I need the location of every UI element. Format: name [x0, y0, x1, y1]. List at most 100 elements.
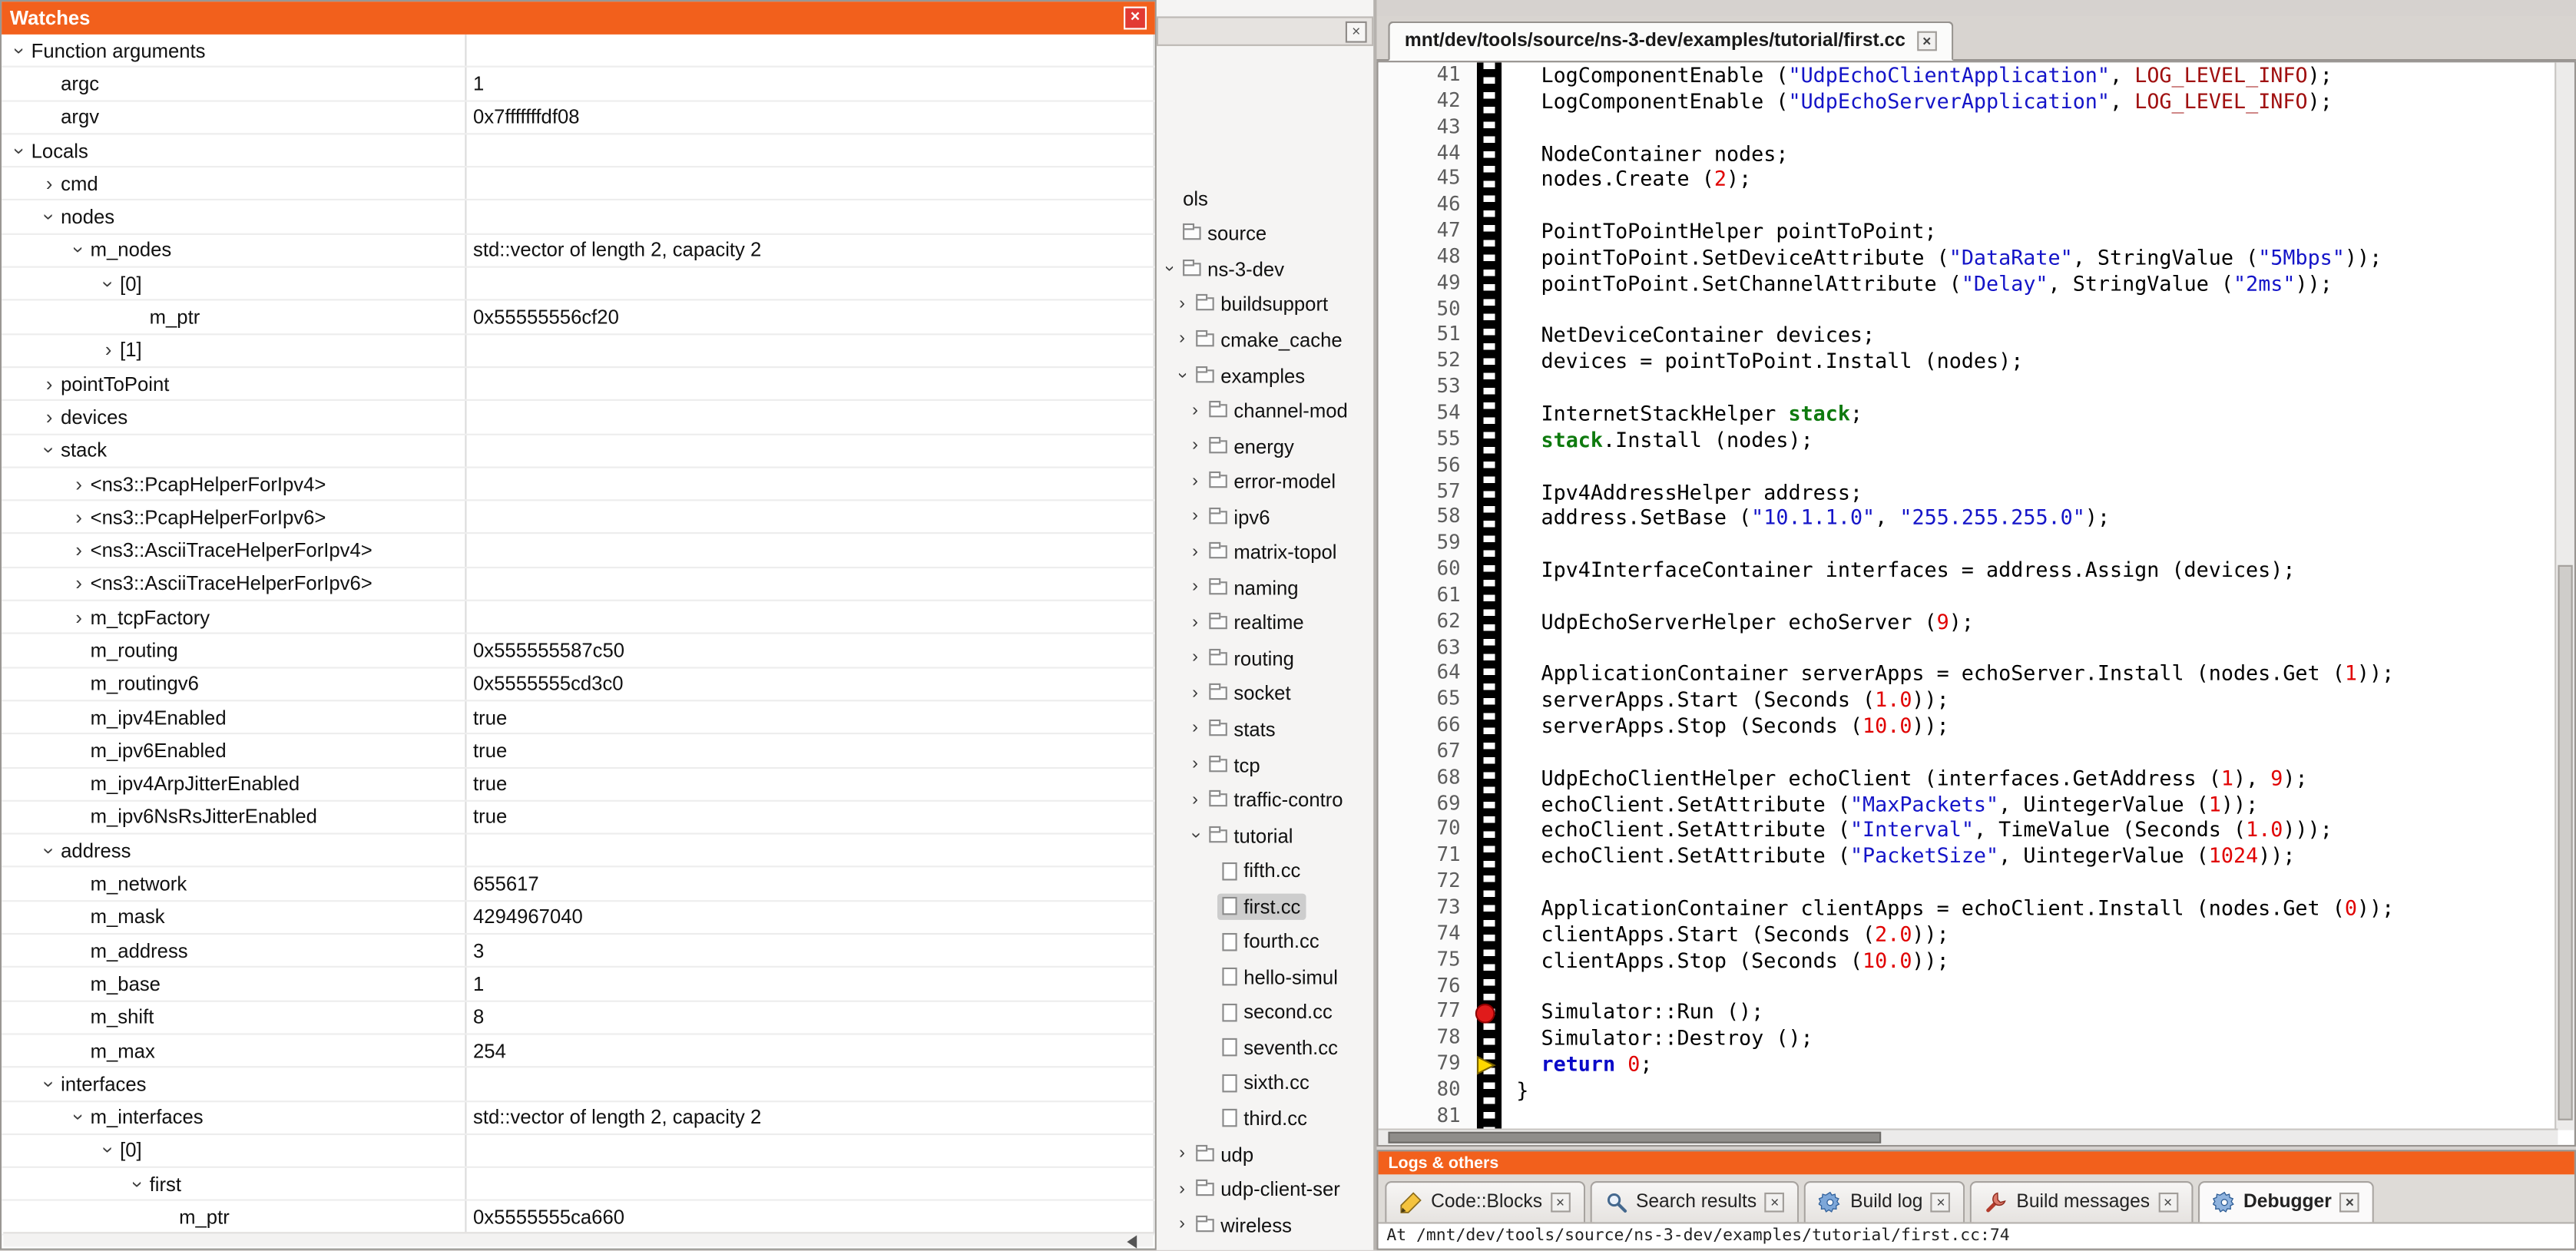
- watch-row[interactable]: ›nodes: [2, 201, 1155, 234]
- watch-row[interactable]: ›m_tcpFactory: [2, 601, 1155, 634]
- editor-vertical-scrollbar[interactable]: [2554, 62, 2574, 1130]
- scrollbar-thumb[interactable]: [1388, 1132, 1881, 1143]
- collapse-icon[interactable]: ›: [39, 439, 59, 462]
- watch-row[interactable]: m_network655617: [2, 868, 1155, 901]
- watch-row[interactable]: m_ipv6NsRsJitterEnabledtrue: [2, 801, 1155, 834]
- scrollbar-thumb[interactable]: [2558, 564, 2572, 1120]
- expand-icon[interactable]: ›: [1173, 1216, 1191, 1234]
- tree-item-naming[interactable]: ›naming: [1157, 570, 1373, 605]
- tree-item-fifth.cc[interactable]: fifth.cc: [1157, 853, 1373, 889]
- expand-icon[interactable]: ›: [1186, 543, 1204, 561]
- tree-item-wireless[interactable]: ›wireless: [1157, 1207, 1373, 1243]
- tree-item-second.cc[interactable]: second.cc: [1157, 995, 1373, 1030]
- expand-icon[interactable]: ›: [1186, 614, 1204, 633]
- logs-titlebar[interactable]: Logs & others: [1379, 1151, 2574, 1174]
- tree-item-realtime[interactable]: ›realtime: [1157, 605, 1373, 640]
- watch-row[interactable]: ›Locals: [2, 134, 1155, 167]
- watch-row[interactable]: ›m_nodesstd::vector of length 2, capacit…: [2, 234, 1155, 267]
- logs-tab-search-results[interactable]: Search results×: [1590, 1181, 1800, 1222]
- close-icon[interactable]: ×: [2158, 1193, 2178, 1213]
- collapse-icon[interactable]: ›: [1160, 260, 1178, 279]
- watch-row[interactable]: argc1: [2, 68, 1155, 101]
- watch-row[interactable]: ›[1]: [2, 335, 1155, 368]
- expand-icon[interactable]: ›: [38, 374, 61, 394]
- expand-icon[interactable]: ›: [1186, 402, 1204, 420]
- tree-item-hello-simul[interactable]: hello-simul: [1157, 959, 1373, 995]
- tree-item-traffic-contro[interactable]: ›traffic-contro: [1157, 783, 1373, 818]
- close-icon[interactable]: ×: [1931, 1193, 1951, 1213]
- tree-item-sixth.cc[interactable]: sixth.cc: [1157, 1066, 1373, 1101]
- watch-row[interactable]: m_ptr0x55555556cf20: [2, 301, 1155, 334]
- tree-item-cmake-cache[interactable]: ›cmake_cache: [1157, 323, 1373, 358]
- close-icon[interactable]: ×: [1551, 1193, 1571, 1213]
- tree-item-routing[interactable]: ›routing: [1157, 640, 1373, 676]
- expand-icon[interactable]: ›: [68, 541, 91, 561]
- close-icon[interactable]: ×: [1765, 1193, 1785, 1213]
- expand-icon[interactable]: ›: [1186, 756, 1204, 774]
- editor-horizontal-scrollbar[interactable]: [1379, 1128, 2558, 1144]
- watch-row[interactable]: ›interfaces: [2, 1068, 1155, 1101]
- breakpoint-margin[interactable]: [1477, 62, 1502, 1130]
- expand-icon[interactable]: ›: [1186, 791, 1204, 809]
- code-editor[interactable]: 4142434445464748495051525354555657585960…: [1376, 61, 2575, 1147]
- expand-icon[interactable]: ›: [68, 607, 91, 627]
- watch-row[interactable]: ›<ns3::AsciiTraceHelperForIpv4>: [2, 534, 1155, 568]
- collapse-icon[interactable]: ›: [98, 272, 118, 295]
- tree-item-first.cc[interactable]: first.cc: [1157, 889, 1373, 924]
- expand-icon[interactable]: ›: [68, 474, 91, 494]
- tree-item-fourth.cc[interactable]: fourth.cc: [1157, 924, 1373, 959]
- expand-icon[interactable]: ›: [1186, 437, 1204, 455]
- watch-row[interactable]: m_ipv4Enabledtrue: [2, 701, 1155, 734]
- watch-row[interactable]: m_mask4294967040: [2, 902, 1155, 935]
- expand-icon[interactable]: ›: [1186, 650, 1204, 668]
- logs-tab-debugger[interactable]: Debugger×: [2197, 1181, 2374, 1222]
- watch-row[interactable]: ›[0]: [2, 1135, 1155, 1168]
- tree-item-udp[interactable]: ›udp: [1157, 1137, 1373, 1172]
- expand-icon[interactable]: ›: [1173, 1180, 1191, 1199]
- tree-item-third.cc[interactable]: third.cc: [1157, 1101, 1373, 1137]
- tree-item-buildsupport[interactable]: ›buildsupport: [1157, 287, 1373, 323]
- tree-item-error-model[interactable]: ›error-model: [1157, 464, 1373, 499]
- watch-row[interactable]: ›stack: [2, 435, 1155, 468]
- watch-row[interactable]: ›Function arguments: [2, 35, 1155, 68]
- logs-tab-build-messages[interactable]: Build messages×: [1971, 1181, 2193, 1222]
- logs-tab-build-log[interactable]: Build log×: [1804, 1181, 1965, 1222]
- watch-row[interactable]: ›<ns3::PcapHelperForIpv4>: [2, 468, 1155, 501]
- expand-icon[interactable]: ›: [1173, 1145, 1191, 1163]
- expand-icon[interactable]: ›: [1186, 472, 1204, 491]
- collapse-icon[interactable]: ›: [98, 1139, 118, 1162]
- collapse-icon[interactable]: ›: [39, 206, 59, 229]
- collapse-icon[interactable]: ›: [10, 39, 30, 62]
- tree-item-tutorial[interactable]: ›tutorial: [1157, 818, 1373, 853]
- tree-item-channel-mod[interactable]: ›channel-mod: [1157, 393, 1373, 429]
- watch-row[interactable]: ›devices: [2, 401, 1155, 434]
- expand-icon[interactable]: ›: [1186, 579, 1204, 597]
- expand-icon[interactable]: ›: [68, 574, 91, 594]
- collapse-icon[interactable]: ›: [1186, 826, 1204, 845]
- watch-row[interactable]: m_shift8: [2, 1001, 1155, 1034]
- tree-item-tcp[interactable]: ›tcp: [1157, 747, 1373, 783]
- collapse-icon[interactable]: ›: [39, 839, 59, 862]
- expand-icon[interactable]: ›: [38, 174, 61, 194]
- expand-icon[interactable]: ›: [1186, 685, 1204, 703]
- logs-tab-code--blocks[interactable]: Code::Blocks×: [1385, 1181, 1584, 1222]
- tree-item-ns-3-dev[interactable]: ›ns-3-dev: [1157, 251, 1373, 286]
- tree-item-udp-client-ser[interactable]: ›udp-client-ser: [1157, 1172, 1373, 1207]
- watch-row[interactable]: m_routingv60x5555555cd3c0: [2, 668, 1155, 701]
- expand-icon[interactable]: ›: [97, 340, 120, 360]
- tree-item-matrix-topol[interactable]: ›matrix-topol: [1157, 534, 1373, 570]
- watch-row[interactable]: m_address3: [2, 935, 1155, 968]
- expand-icon[interactable]: ›: [1186, 720, 1204, 739]
- tree-item-energy[interactable]: ›energy: [1157, 429, 1373, 464]
- collapse-icon[interactable]: ›: [1173, 366, 1191, 385]
- close-icon[interactable]: ×: [2340, 1193, 2360, 1213]
- expand-icon[interactable]: ›: [1186, 508, 1204, 526]
- expand-icon[interactable]: ›: [38, 407, 61, 427]
- expand-icon[interactable]: ›: [1173, 331, 1191, 349]
- close-icon[interactable]: ×: [1917, 31, 1937, 51]
- close-icon[interactable]: ×: [1124, 7, 1147, 30]
- close-icon[interactable]: ×: [1346, 21, 1367, 42]
- watch-row[interactable]: ›pointToPoint: [2, 368, 1155, 401]
- watch-row[interactable]: m_max254: [2, 1034, 1155, 1067]
- collapse-icon[interactable]: ›: [39, 1072, 59, 1095]
